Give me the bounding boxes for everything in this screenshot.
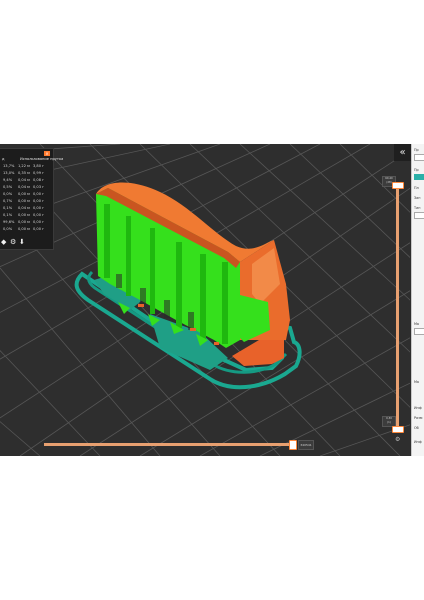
legend-cell-len: 0,00 м <box>18 227 30 231</box>
legend-cell-pct: 13,7% <box>3 164 15 168</box>
sidebar-line-9: Разм <box>414 416 423 420</box>
legend-cell-len: 0,04 м <box>18 178 30 182</box>
legend-cell-pct: 99,6% <box>3 220 15 224</box>
legend-cell-weight: 0,00 г <box>33 199 45 203</box>
legend-header-right: Использование прутка <box>20 157 64 161</box>
layer-top-height: 60,40 <box>385 177 393 180</box>
move-slider[interactable]: 340541 <box>40 439 315 451</box>
layer-slider-bottom-thumb[interactable] <box>392 426 404 433</box>
legend-cell-weight: 3,80 г <box>33 164 45 168</box>
legend-cell-len: 0,00 м <box>18 192 30 196</box>
layer-slider-track[interactable] <box>396 184 399 428</box>
legend-cell-weight: 0,08 г <box>33 178 45 182</box>
layers-view-icon[interactable]: ◆ <box>1 238 6 246</box>
legend-cell-len: 1,22 м <box>18 164 30 168</box>
sidebar-line-7: Ма <box>414 380 420 384</box>
legend-cell-weight: 0,00 г <box>33 213 45 217</box>
legend-cell-pct: 0,0% <box>3 227 13 231</box>
legend-cell-pct: 0,7% <box>3 199 13 203</box>
layer-slider[interactable]: 60,40 (28) 0,30 (1) ⚙ <box>380 170 410 452</box>
move-slider-label: 340541 <box>298 440 314 450</box>
move-slider-thumb[interactable] <box>289 440 297 450</box>
legend-cell-pct: 0,0% <box>3 192 13 196</box>
legend-cell-pct: 0,1% <box>3 206 13 210</box>
sidebar-infill-select[interactable] <box>414 212 424 219</box>
sidebar-line-10: Об <box>414 426 419 430</box>
legend-cell-len: 0,04 м <box>18 206 30 210</box>
legend-cell-pct: 0,1% <box>3 213 13 217</box>
sidebar-object-select[interactable] <box>414 328 424 335</box>
legend-buttons: ◆ ⚙ ⬇ <box>1 238 41 246</box>
viewport-scene <box>0 144 410 456</box>
move-slider-track[interactable] <box>44 443 294 446</box>
collapse-sidebar-button[interactable]: « <box>394 144 411 161</box>
legend-cell-weight: 0,00 г <box>33 206 45 210</box>
layer-slider-cog-icon[interactable]: ⚙ <box>395 436 400 443</box>
sidebar-line-1: Пр <box>414 148 419 152</box>
sidebar-line-11: Инф <box>414 440 422 444</box>
legend-cell-len: 0,00 м <box>18 220 30 224</box>
legend-cell-len: 0,04 м <box>18 185 30 189</box>
sidebar-line-8: Инф <box>414 406 422 410</box>
layer-bottom-height: 0,30 <box>386 417 392 420</box>
export-icon[interactable]: ⬇ <box>19 238 25 246</box>
legend-cell-weight: 0,03 г <box>33 185 45 189</box>
sidebar-line-6: Ма <box>414 322 420 326</box>
settings-sidebar: Пр Пр Пл Зап Тип Ма Ма Инф Разм Об Инф <box>411 144 424 456</box>
extrusion-legend-panel: × д Использование прутка 13,7% 1,22 м 3,80… <box>0 148 63 250</box>
legend-header-left: д <box>2 157 5 161</box>
settings-icon[interactable]: ⚙ <box>10 238 16 246</box>
sidebar-line-3: Пл <box>414 186 419 190</box>
layer-slider-top-thumb[interactable] <box>392 182 404 189</box>
3d-viewport[interactable] <box>0 144 410 456</box>
sidebar-line-5: Тип <box>414 206 421 210</box>
legend-cell-pct: 9,4% <box>3 178 13 182</box>
sidebar-line-4: Зап <box>414 196 421 200</box>
legend-cell-len: 0,00 м <box>18 213 30 217</box>
layer-bottom-number: (1) <box>387 421 391 424</box>
legend-cell-pct: 0,5% <box>3 185 13 189</box>
legend-cell-len: 0,35 м <box>18 171 30 175</box>
legend-cell-pct: 13,0% <box>3 171 15 175</box>
sidebar-printer-select[interactable] <box>414 154 424 161</box>
layer-top-number: (28) <box>386 181 392 184</box>
gcode-preview-screen: × д Использование прутка 13,7% 1,22 м 3,80… <box>0 144 424 456</box>
legend-cell-len: 0,00 м <box>18 199 30 203</box>
legend-cell-weight: 0,00 г <box>33 227 45 231</box>
legend-row: 0,0% 0,00 м 0,00 г <box>0 227 53 234</box>
legend-cell-weight: 0,99 г <box>33 171 45 175</box>
legend-cell-weight: 0,00 г <box>33 192 45 196</box>
legend-cell-weight: 0,00 г <box>33 220 45 224</box>
sidebar-line-2: Пр <box>414 168 419 172</box>
sidebar-filament-select[interactable] <box>414 174 424 180</box>
legend-close-button[interactable]: × <box>44 151 50 156</box>
